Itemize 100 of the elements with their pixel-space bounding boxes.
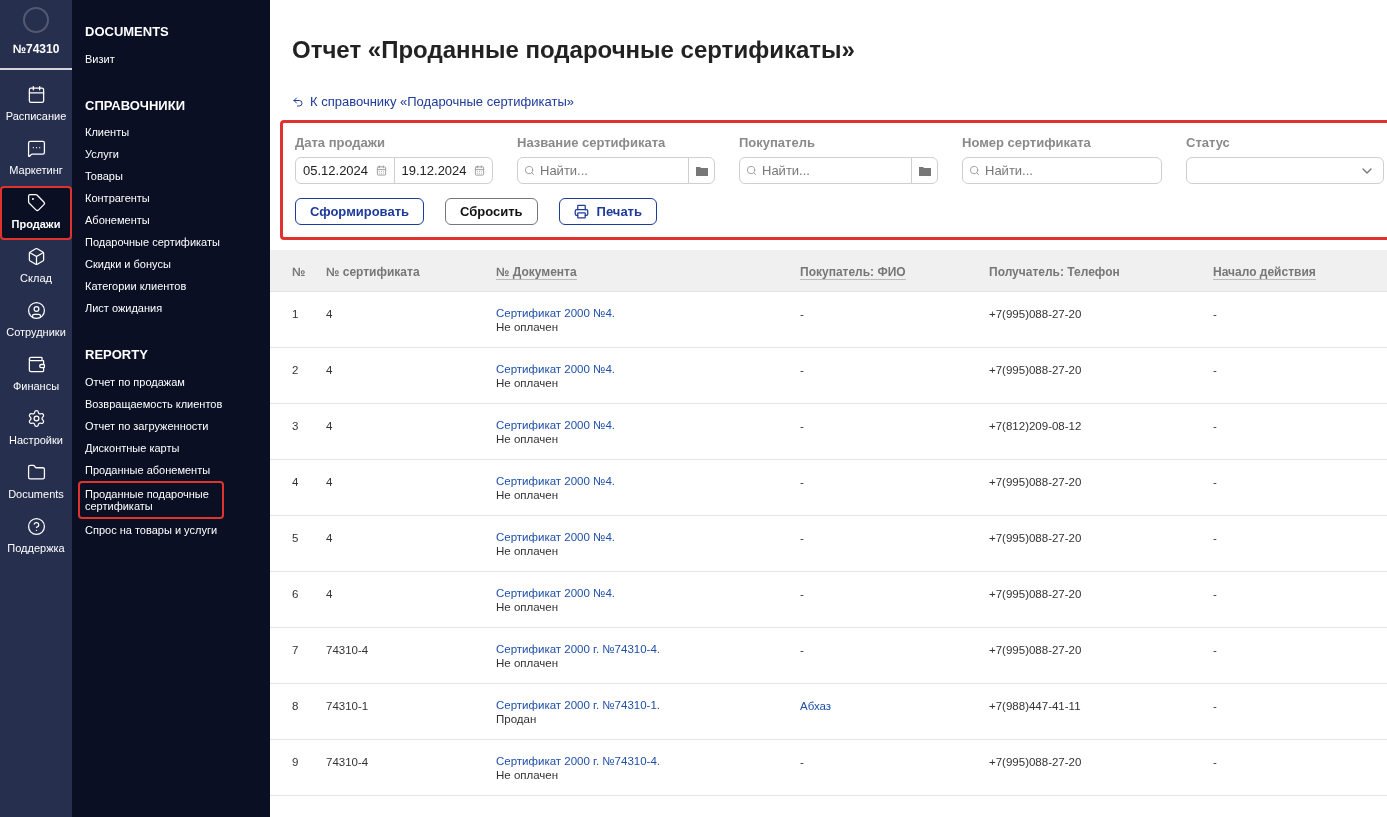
table-cell: - — [1213, 420, 1217, 432]
nav-item[interactable]: Настройки — [0, 402, 72, 456]
table-cell: +7(995)088-27-20 — [989, 644, 1082, 656]
nav-item[interactable]: Documents — [0, 456, 72, 510]
payment-status: Продан — [496, 712, 537, 726]
field-label: Покупатель — [739, 133, 816, 152]
menu-item[interactable]: Отчет по загруженности — [85, 414, 270, 437]
nav-item[interactable]: Финансы — [0, 348, 72, 402]
search-field[interactable]: Найти... — [517, 157, 715, 184]
table-cell: +7(995)088-27-20 — [989, 476, 1082, 488]
box-icon — [26, 247, 46, 267]
document-link[interactable]: Сертификат 2000 №4. — [496, 530, 615, 544]
document-link[interactable]: Сертификат 2000 №4. — [496, 474, 615, 488]
table-cell: 5 — [292, 532, 299, 544]
table-cell: 9 — [292, 756, 299, 768]
folder-icon — [918, 165, 931, 176]
menu-item[interactable]: Категории клиентов — [85, 275, 270, 297]
menu-item[interactable]: Лист ожидания — [85, 297, 270, 319]
table-cell: 74310-4 — [326, 644, 369, 656]
nav-item[interactable]: Склад — [0, 240, 72, 294]
menu-item[interactable]: Спрос на товары и услуги — [85, 518, 270, 541]
table-cell: 74310-1 — [326, 700, 369, 712]
reset-button[interactable]: Сбросить — [445, 198, 538, 225]
date-from: 05.12.2024 — [303, 161, 369, 180]
table-cell: - — [800, 588, 804, 600]
field-label: Название сертификата — [517, 133, 667, 152]
chat-icon — [26, 139, 46, 159]
date-range-field[interactable]: 05.12.2024 19.12.2024 — [295, 157, 493, 184]
table-cell: - — [800, 644, 804, 656]
table-cell: 6 — [292, 588, 299, 600]
menu-item[interactable]: Услуги — [85, 143, 270, 165]
menu-item[interactable]: Возвращаемость клиентов — [85, 392, 270, 415]
nav-item[interactable]: Расписание — [0, 78, 72, 132]
payment-status: Не оплачен — [496, 432, 559, 446]
menu-item[interactable]: Скидки и бонусы — [85, 253, 270, 275]
menu-item[interactable]: Проданные абонементы — [85, 458, 270, 481]
table-cell: 4 — [292, 476, 299, 488]
table-cell: 4 — [326, 364, 333, 376]
table-cell: - — [1213, 588, 1217, 600]
account-number: №74310 — [12, 41, 60, 58]
payment-status: Не оплачен — [496, 320, 559, 334]
nav-item[interactable]: Маркетинг — [0, 132, 72, 186]
menu-item[interactable]: Абонементы — [85, 209, 270, 231]
menu-item[interactable]: Клиенты — [85, 121, 270, 143]
generate-button[interactable]: Сформировать — [295, 198, 425, 225]
table-cell: 4 — [326, 308, 333, 320]
back-link[interactable]: К справочнику «Подарочные сертификаты» — [292, 92, 574, 112]
document-link[interactable]: Сертификат 2000 №4. — [496, 418, 615, 432]
document-link[interactable]: Сертификат 2000 г. №74310-4. — [496, 642, 660, 656]
table-cell: - — [1213, 756, 1217, 768]
payment-status: Не оплачен — [496, 600, 559, 614]
document-link[interactable]: Сертификат 2000 г. №74310-4. — [496, 754, 660, 768]
search-field[interactable]: Найти... — [962, 157, 1162, 184]
menu-item[interactable]: Товары — [85, 165, 270, 187]
menu-item[interactable]: Подарочные сертификаты — [85, 231, 270, 253]
column-header[interactable]: Покупатель: ФИО — [800, 264, 906, 280]
buyer-link[interactable]: Абхаз — [800, 700, 832, 712]
menu-item[interactable]: Визит — [85, 47, 270, 70]
table-cell: +7(995)088-27-20 — [989, 588, 1082, 600]
folder-icon — [695, 165, 708, 176]
nav-item[interactable]: Продажи — [0, 186, 72, 240]
field-label: Дата продажи — [295, 133, 386, 152]
back-arrow-icon — [292, 95, 304, 108]
table-cell: 4 — [326, 532, 333, 544]
nav-item[interactable]: Поддержка — [0, 510, 72, 564]
search-icon — [524, 165, 535, 176]
table-cell: 2 — [292, 364, 299, 376]
document-link[interactable]: Сертификат 2000 №4. — [496, 362, 615, 376]
table-cell: +7(988)447-41-11 — [989, 700, 1081, 712]
table-cell: 3 — [292, 420, 299, 432]
table-cell: 74310-4 — [326, 756, 369, 768]
column-header[interactable]: № Документа — [496, 264, 577, 280]
document-link[interactable]: Сертификат 2000 г. №74310-1. — [496, 698, 660, 712]
menu-item[interactable]: Проданные подарочные сертификаты — [78, 480, 224, 519]
table-cell: +7(995)088-27-20 — [989, 756, 1082, 768]
print-button[interactable]: Печать — [558, 198, 657, 225]
menu-item[interactable]: Контрагенты — [85, 187, 270, 209]
search-field[interactable]: Найти... — [739, 157, 938, 184]
calendar-icon — [375, 165, 387, 176]
menu-section-title: REPORTY — [85, 346, 149, 364]
table-cell: - — [800, 308, 804, 320]
document-link[interactable]: Сертификат 2000 №4. — [496, 586, 615, 600]
menu-item[interactable]: Отчет по продажам — [85, 370, 270, 393]
user-icon — [26, 301, 46, 321]
table-cell: - — [1213, 532, 1217, 544]
date-to: 19.12.2024 — [401, 161, 467, 180]
column-header: № — [292, 264, 306, 279]
payment-status: Не оплачен — [496, 656, 559, 670]
table-cell: - — [1213, 700, 1217, 712]
nav-item[interactable]: Сотрудники — [0, 294, 72, 348]
column-header: № сертификата — [326, 264, 420, 279]
document-link[interactable]: Сертификат 2000 №4. — [496, 306, 615, 320]
table-cell: - — [1213, 644, 1217, 656]
table-cell: 4 — [326, 420, 333, 432]
column-header[interactable]: Начало действия — [1213, 264, 1316, 280]
table-cell: +7(995)088-27-20 — [989, 532, 1082, 544]
menu-section-title: DOCUMENTS — [85, 23, 170, 41]
table-cell: 4 — [326, 588, 333, 600]
tag-icon — [26, 193, 46, 213]
menu-item[interactable]: Дисконтные карты — [85, 436, 270, 459]
